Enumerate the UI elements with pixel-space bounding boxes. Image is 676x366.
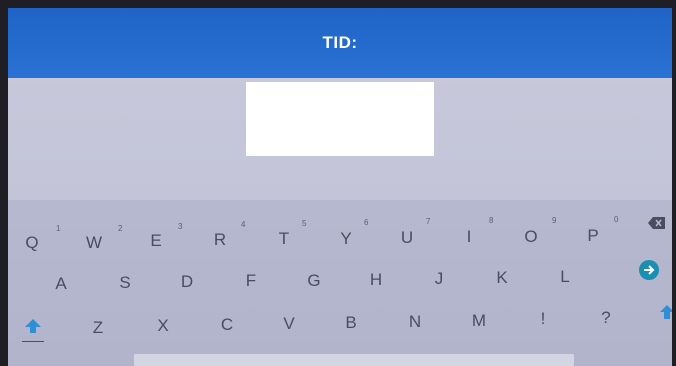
key-m[interactable]: M [459, 311, 499, 331]
key-d[interactable]: D [167, 272, 207, 292]
key-exclamation[interactable]: ! [523, 309, 563, 329]
key-z[interactable]: Z [78, 318, 118, 338]
key-w[interactable]: W [74, 233, 114, 253]
on-screen-keyboard: Q 1 W 2 E 3 R 4 T 5 Y 6 U 7 I 8 O 9 P 0 … [8, 200, 672, 366]
key-t[interactable]: T [264, 229, 304, 249]
key-x[interactable]: X [143, 316, 183, 336]
key-q-hint: 1 [56, 224, 61, 233]
header-bar: TID: [8, 8, 672, 78]
key-e[interactable]: E [136, 231, 176, 251]
key-a[interactable]: A [41, 274, 81, 294]
key-j[interactable]: J [419, 269, 459, 289]
key-r[interactable]: R [200, 230, 240, 250]
key-question[interactable]: ? [586, 308, 626, 328]
key-q[interactable]: Q [12, 233, 52, 253]
page-title: TID: [322, 33, 358, 52]
key-i-hint: 8 [489, 216, 494, 225]
key-c[interactable]: C [207, 315, 247, 335]
suggestion-bar [134, 354, 574, 366]
key-k[interactable]: K [482, 268, 522, 288]
key-u[interactable]: U [387, 228, 427, 248]
backspace-icon[interactable] [648, 216, 666, 235]
app-screen: TID: Q 1 W 2 E 3 R 4 T 5 Y 6 U 7 I 8 O 9… [8, 8, 672, 366]
key-p[interactable]: P [573, 226, 613, 246]
key-b[interactable]: B [331, 313, 371, 333]
key-i[interactable]: I [449, 227, 489, 247]
shift-underline [22, 341, 44, 342]
key-p-hint: 0 [614, 215, 619, 224]
key-l[interactable]: L [545, 267, 585, 287]
key-o-hint: 9 [552, 216, 557, 225]
shift-icon[interactable] [660, 304, 672, 325]
tid-input[interactable] [246, 82, 434, 156]
key-g[interactable]: G [294, 271, 334, 291]
key-o[interactable]: O [511, 227, 551, 247]
key-w-hint: 2 [118, 224, 123, 233]
key-v[interactable]: V [269, 314, 309, 334]
key-h[interactable]: H [356, 270, 396, 290]
key-s[interactable]: S [105, 273, 145, 293]
key-u-hint: 7 [426, 217, 431, 226]
key-r-hint: 4 [241, 220, 246, 229]
key-y-hint: 6 [364, 218, 369, 227]
key-t-hint: 5 [302, 219, 307, 228]
key-n[interactable]: N [395, 312, 435, 332]
key-y[interactable]: Y [326, 229, 366, 249]
key-e-hint: 3 [178, 222, 183, 231]
shift-icon[interactable] [24, 318, 42, 339]
key-f[interactable]: F [231, 271, 271, 291]
go-arrow-icon[interactable] [638, 259, 660, 286]
